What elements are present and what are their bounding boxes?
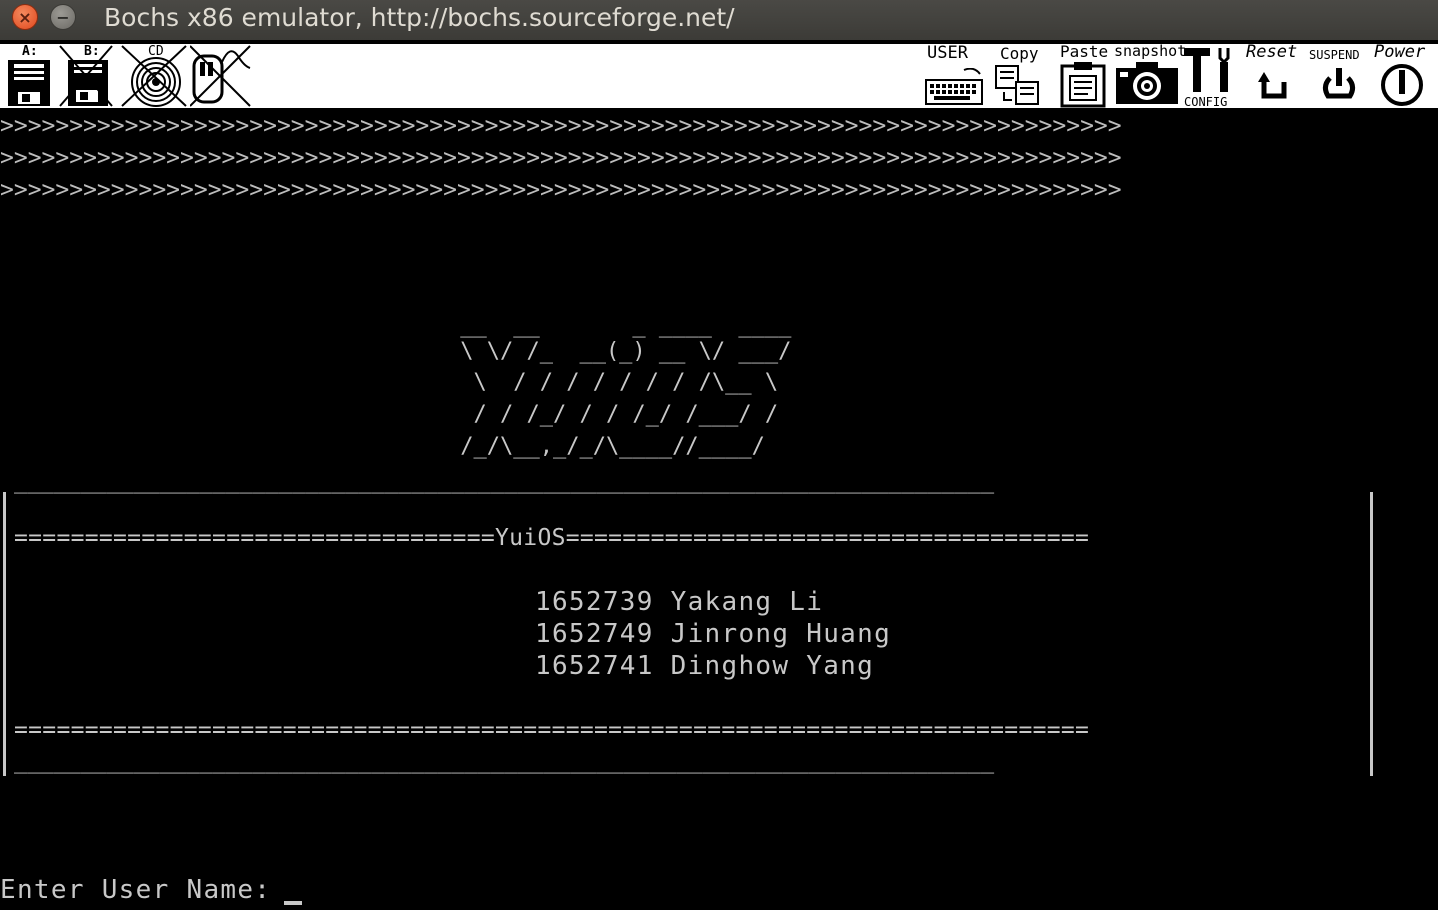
floppy-b-button[interactable]: B: bbox=[58, 44, 114, 108]
keyboard-icon bbox=[925, 68, 983, 105]
close-icon: × bbox=[18, 7, 32, 27]
banner-line: ==================================YuiOS=… bbox=[14, 525, 1090, 551]
member-line: 1652739 Yakang Li bbox=[535, 587, 824, 617]
minimize-icon: − bbox=[56, 7, 70, 27]
frame-bottom-underline: ________________________________________… bbox=[14, 749, 995, 774]
suspend-icon bbox=[1322, 68, 1356, 99]
frame-bottom-rule: ========================================… bbox=[14, 717, 1090, 743]
window-title: Bochs x86 emulator, http://bochs.sourcef… bbox=[104, 3, 735, 32]
mouse-icon bbox=[190, 45, 251, 107]
floppy-disk-ejected-icon bbox=[59, 45, 113, 107]
tools-icon bbox=[1184, 48, 1230, 92]
copy-label: Copy bbox=[1000, 44, 1039, 63]
member-line: 1652749 Jinrong Huang bbox=[535, 619, 892, 649]
reset-label: Reset bbox=[1246, 42, 1298, 62]
power-button[interactable]: Power bbox=[1374, 44, 1438, 108]
cdrom-disc-icon bbox=[121, 45, 187, 107]
window-titlebar[interactable]: × − Bochs x86 emulator, http://bochs.sou… bbox=[0, 0, 1438, 40]
mouse-capture-button[interactable] bbox=[190, 44, 252, 108]
arrow-row: >>>>>>>>>>>>>>>>>>>>>>>>>>>>>>>>>>>>>>>>… bbox=[0, 145, 1122, 171]
floppy-a-button[interactable]: A: bbox=[4, 44, 56, 108]
bochs-toolbar: A: B: CD USER Copy Paste snapshot CONFIG… bbox=[0, 43, 1438, 109]
member-line: 1652741 Dinghow Yang bbox=[535, 651, 875, 681]
copy-button[interactable]: Copy bbox=[994, 44, 1046, 108]
logo-line: / / /_/ / / /_/ /___/ / bbox=[447, 402, 792, 427]
camera-icon bbox=[1116, 62, 1178, 104]
copy-icon bbox=[995, 65, 1039, 105]
cdrom-button[interactable]: CD bbox=[118, 44, 188, 108]
config-button[interactable]: CONFIG bbox=[1182, 44, 1242, 109]
frame-top-rule: ________________________________________… bbox=[14, 469, 995, 494]
user-button[interactable]: USER bbox=[924, 44, 986, 108]
snapshot-button[interactable]: snapshot bbox=[1114, 43, 1186, 108]
arrow-row: >>>>>>>>>>>>>>>>>>>>>>>>>>>>>>>>>>>>>>>>… bbox=[0, 113, 1122, 139]
logo-line: /_/\__,_/_/\____//____/ bbox=[447, 434, 792, 459]
close-window-button[interactable]: × bbox=[12, 4, 38, 30]
suspend-label: SUSPEND bbox=[1309, 48, 1360, 62]
text-cursor bbox=[284, 901, 302, 905]
username-prompt: Enter User Name: bbox=[0, 875, 272, 905]
reset-icon bbox=[1258, 72, 1287, 99]
logo-line: \ \/ /_ __(_) __ \/ ___/ bbox=[447, 339, 792, 364]
power-icon bbox=[1381, 64, 1423, 106]
user-label: USER bbox=[927, 43, 968, 63]
logo-line: \ / / / / / / / /\__ \ bbox=[447, 370, 792, 395]
arrow-row: >>>>>>>>>>>>>>>>>>>>>>>>>>>>>>>>>>>>>>>>… bbox=[0, 177, 1122, 203]
clipboard-icon bbox=[1060, 62, 1106, 108]
snapshot-label: snapshot bbox=[1114, 42, 1187, 60]
paste-label: Paste bbox=[1060, 42, 1109, 61]
minimize-window-button[interactable]: − bbox=[50, 4, 76, 30]
emulator-console[interactable]: >>>>>>>>>>>>>>>>>>>>>>>>>>>>>>>>>>>>>>>>… bbox=[0, 108, 1438, 910]
suspend-button[interactable]: SUSPEND bbox=[1308, 44, 1374, 108]
reset-button[interactable]: Reset bbox=[1244, 44, 1308, 108]
floppy-disk-icon bbox=[8, 60, 50, 106]
frame-right-border bbox=[1370, 492, 1373, 776]
frame-left-border bbox=[3, 492, 6, 776]
power-label: Power bbox=[1374, 42, 1426, 62]
paste-button[interactable]: Paste bbox=[1058, 44, 1110, 108]
